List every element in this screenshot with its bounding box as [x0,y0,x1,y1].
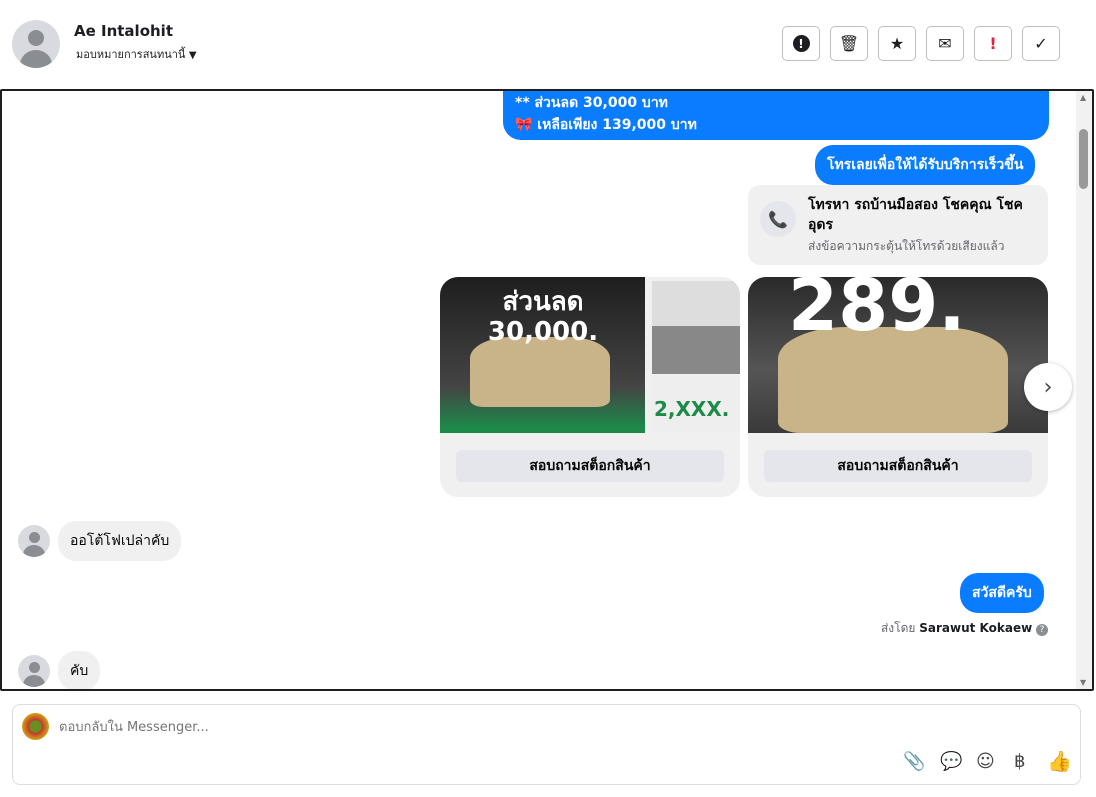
promo-line: 🎀 เหลือเพียง 139,000 บาท [515,117,697,133]
caret-down-icon: ▼ [188,50,197,61]
received-message: คับ [58,651,101,689]
flag-button[interactable]: ! [974,26,1012,61]
sent-message-promo: ** ส่วนลด 30,000 บาท 🎀 เหลือเพียง 139,00… [503,91,1049,140]
image-text: 2,XXX. [654,397,730,421]
help-icon[interactable]: ? [1036,624,1048,636]
emoji-icon[interactable]: ☺ [976,751,995,772]
call-card-title: โทรหา รถบ้านมือสอง โชคคุณ โชคอุดร [808,197,1023,233]
star-button[interactable]: ★ [878,26,916,61]
star-icon: ★ [889,34,905,53]
phone-icon: 📞 [760,201,796,237]
promo-line: ** ส่วนลด 30,000 บาท [515,95,668,111]
exclamation-icon: ! [989,34,997,53]
carousel-card: ส่วนลด 30,000. 2,XXX. สอบถามสต็อกสินค้า [440,277,740,497]
contact-avatar-small [18,525,50,557]
product-image[interactable]: 289. [748,277,1048,433]
message-thread[interactable]: ▲ ▼ ** ส่วนลด 30,000 บาท 🎀 เหลือเพียง 139… [0,89,1094,691]
alert-circle-icon: ! [792,35,810,52]
contact-avatar-small [18,655,50,687]
delete-button[interactable]: 🗑 [830,26,868,61]
composer: 📎 💬 ☺ ฿ 👍 [12,704,1081,785]
contact-name: Ae Intalohit [74,22,173,40]
sent-message: สวัสดีครับ [960,573,1044,613]
sent-by-label: ส่งโดย [880,621,916,635]
done-button[interactable]: ✓ [1022,26,1060,61]
chevron-right-icon: › [1043,374,1053,400]
mail-icon: ✉ [938,34,952,53]
scrollbar[interactable]: ▲ ▼ [1076,91,1092,689]
received-message: ออโต้โฟเปล่าคับ [58,521,182,561]
assign-conversation-dropdown[interactable]: มอบหมายการสนทนานี้ ▼ [76,45,197,63]
check-icon: ✓ [1034,34,1048,53]
carousel-next-button[interactable]: › [1024,363,1072,411]
attachment-icon[interactable]: 📎 [903,751,925,772]
report-button[interactable]: ! [782,26,820,61]
trash-icon: 🗑 [838,34,860,53]
contact-avatar [12,20,60,68]
sent-message-call-prompt: โทรเลยเพื่อให้ได้รับบริการเร็วขึ้น [815,145,1036,185]
call-card-subtitle: ส่งข้อความกระตุ้นให้โทรด้วยเสียงแล้ว [808,239,1005,253]
assign-label: มอบหมายการสนทนานี้ [76,48,186,61]
saved-replies-icon[interactable]: 💬 [940,751,962,772]
product-thumbnails: 2,XXX. [652,281,740,431]
carousel-card: 289. สอบถามสต็อกสินค้า [748,277,1048,497]
sender-name: Sarawut Kokaew [919,621,1033,635]
ask-stock-button[interactable]: สอบถามสต็อกสินค้า [764,450,1032,482]
ask-stock-button[interactable]: สอบถามสต็อกสินค้า [456,450,724,482]
like-icon[interactable]: 👍 [1047,749,1072,773]
image-text: 289. [788,277,966,347]
call-card[interactable]: 📞 โทรหา รถบ้านมือสอง โชคคุณ โชคอุดร ส่งข… [748,185,1048,265]
image-text: ส่วนลด 30,000. [487,287,599,347]
sent-by-line: ส่งโดย Sarawut Kokaew ? [881,619,1048,638]
mark-unread-button[interactable]: ✉ [926,26,964,61]
reply-input[interactable] [59,717,959,737]
page-avatar [22,713,49,740]
payment-icon[interactable]: ฿ [1014,751,1025,772]
product-image[interactable]: ส่วนลด 30,000. [440,277,645,433]
